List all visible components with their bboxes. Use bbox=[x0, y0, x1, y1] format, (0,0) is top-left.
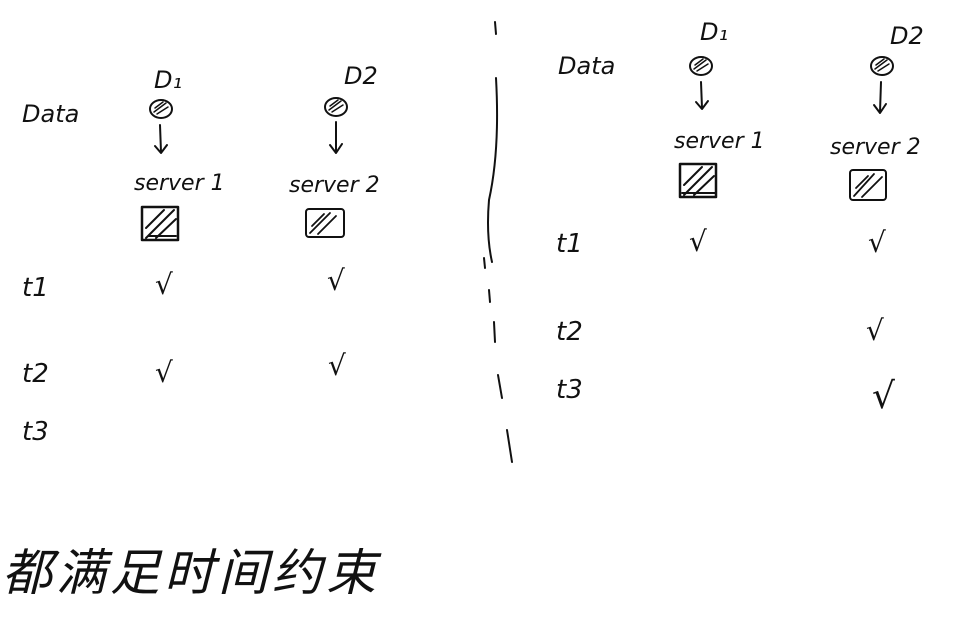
left-d2-label: D2 bbox=[344, 62, 378, 90]
left-row-t2-mark-server1: √ bbox=[155, 356, 173, 389]
right-data-label: Data bbox=[558, 52, 615, 80]
left-server2-label: server 2 bbox=[289, 173, 380, 198]
left-d1-arrow-icon bbox=[154, 124, 168, 154]
whiteboard-canvas: Data D₁ server 1 D2 server 2 t1 √ √ t2 √… bbox=[2, 18, 924, 602]
right-row-t3-label: t3 bbox=[556, 375, 583, 405]
right-d2-disk-icon bbox=[870, 56, 894, 76]
left-server1-label: server 1 bbox=[134, 171, 225, 196]
left-row-t1-mark-server1: √ bbox=[155, 268, 173, 301]
panel-divider bbox=[483, 21, 513, 463]
left-panel: Data D₁ server 1 D2 server 2 t1 √ √ t2 √… bbox=[22, 62, 380, 447]
bottom-note: 都满足时间约束 bbox=[2, 544, 382, 602]
right-d1-label: D₁ bbox=[700, 18, 728, 46]
right-d1-arrow-icon bbox=[695, 81, 709, 110]
left-row-t2-label: t2 bbox=[22, 359, 49, 389]
right-server2-icon bbox=[849, 169, 887, 201]
left-row-t3-label: t3 bbox=[22, 417, 49, 447]
right-d1-disk-icon bbox=[689, 56, 713, 76]
left-d1-disk-icon bbox=[149, 99, 173, 119]
right-row-t1-mark-server1: √ bbox=[689, 225, 707, 258]
right-server1-label: server 1 bbox=[674, 129, 765, 154]
right-row-t1-mark-server2: √ bbox=[868, 226, 886, 259]
right-row-t2-label: t2 bbox=[556, 317, 583, 347]
left-d2-arrow-icon bbox=[329, 121, 343, 154]
left-row-t2-mark-server2: √ bbox=[328, 349, 346, 382]
right-server1-icon bbox=[678, 162, 718, 199]
right-row-t3-mark-server2: √ bbox=[872, 376, 895, 417]
left-server1-icon bbox=[140, 205, 180, 242]
right-server2-label: server 2 bbox=[830, 135, 921, 160]
left-d2-disk-icon bbox=[324, 97, 348, 117]
left-row-t1-label: t1 bbox=[22, 273, 49, 303]
left-d1-label: D₁ bbox=[154, 66, 182, 94]
right-panel: Data D₁ server 1 D2 server 2 t1 √ √ t2 √… bbox=[556, 18, 924, 417]
right-row-t1-label: t1 bbox=[556, 229, 583, 259]
left-server2-icon bbox=[305, 208, 345, 238]
left-row-t1-mark-server2: √ bbox=[327, 264, 345, 297]
right-d2-arrow-icon bbox=[873, 81, 887, 114]
left-data-label: Data bbox=[22, 100, 79, 128]
right-row-t2-mark-server2: √ bbox=[866, 314, 884, 347]
right-d2-label: D2 bbox=[890, 22, 924, 50]
